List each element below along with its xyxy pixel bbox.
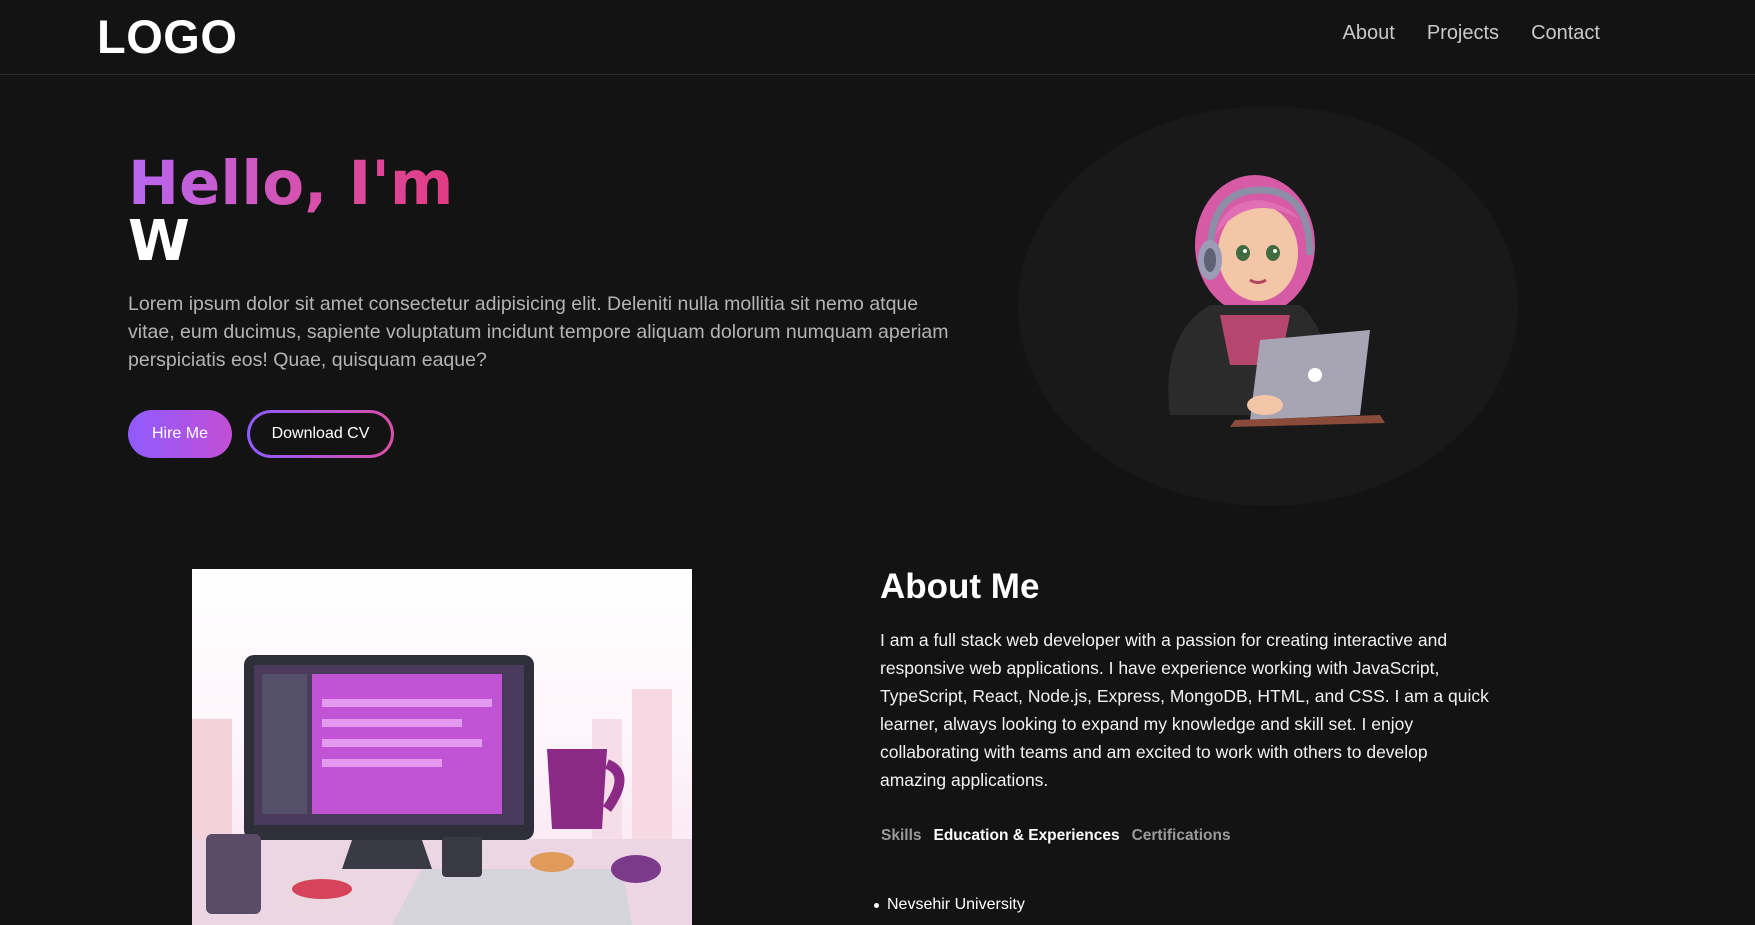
portfolio-page: LOGO About Projects Contact Hello, I'm W… xyxy=(0,0,1755,925)
desk-computer-illustration-icon xyxy=(192,569,692,925)
bullet-icon xyxy=(874,902,879,908)
education-list: Nevsehir University xyxy=(874,896,1025,914)
about-tabs: Skills Education & Experiences Certifica… xyxy=(881,827,1231,845)
hero-name: W xyxy=(128,209,190,274)
list-item: Nevsehir University xyxy=(874,896,1025,914)
tab-skills[interactable]: Skills xyxy=(881,827,922,845)
tab-education-experiences[interactable]: Education & Experiences xyxy=(934,827,1120,845)
avatar-illustration-icon xyxy=(1130,165,1410,445)
education-item-label: Nevsehir University xyxy=(887,896,1025,913)
hero-description: Lorem ipsum dolor sit amet consectetur a… xyxy=(128,293,949,371)
hero-greeting: Hello, I'm xyxy=(128,148,454,219)
nav-link-contact[interactable]: Contact xyxy=(1531,22,1600,45)
logo[interactable]: LOGO xyxy=(97,9,237,64)
hire-me-button[interactable]: Hire Me xyxy=(128,410,232,458)
tab-certifications[interactable]: Certifications xyxy=(1132,827,1231,845)
navbar: LOGO About Projects Contact xyxy=(0,0,1755,75)
about-title: About Me xyxy=(880,567,1040,606)
download-cv-button[interactable]: Download CV xyxy=(247,410,394,458)
nav-link-projects[interactable]: Projects xyxy=(1427,22,1499,45)
about-text: I am a full stack web developer with a p… xyxy=(880,630,1489,790)
nav-link-about[interactable]: About xyxy=(1343,22,1395,45)
nav-links: About Projects Contact xyxy=(1343,22,1600,45)
